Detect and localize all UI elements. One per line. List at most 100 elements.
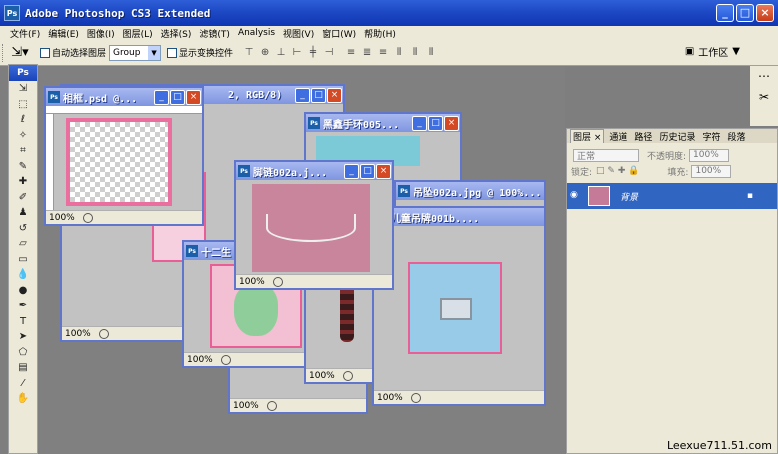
show-transform-checkbox[interactable] bbox=[167, 47, 178, 58]
tab-paths[interactable]: 路径 bbox=[632, 130, 654, 143]
show-transform-option[interactable]: 显示变换控件 bbox=[167, 46, 233, 59]
document-controls: _ □ × bbox=[344, 163, 391, 179]
frame-canvas[interactable] bbox=[66, 118, 172, 206]
zoom-level[interactable]: 100% bbox=[239, 277, 265, 287]
doc-close-button[interactable]: × bbox=[444, 115, 459, 131]
clone-stamp-tool-icon[interactable]: ♟ bbox=[9, 205, 37, 221]
menu-edit[interactable]: 编辑(E) bbox=[48, 27, 79, 40]
doc-maximize-button[interactable]: □ bbox=[311, 87, 326, 103]
distribute-top-icon[interactable]: ≡ bbox=[345, 46, 357, 60]
lasso-tool-icon[interactable]: ℓ bbox=[9, 112, 37, 128]
move-tool-preset-icon[interactable]: ⇲▾ bbox=[6, 44, 34, 62]
menu-layer[interactable]: 图层(L) bbox=[123, 27, 153, 40]
eyedropper-tool-icon[interactable]: ✎ bbox=[9, 159, 37, 175]
auto-select-label: 自动选择图层 bbox=[52, 49, 107, 59]
restore-button[interactable]: □ bbox=[736, 4, 754, 22]
zoom-level[interactable]: 100% bbox=[377, 393, 403, 403]
shape-tool-icon[interactable]: ⬠ bbox=[9, 345, 37, 361]
align-right-icon[interactable]: ⊣ bbox=[323, 46, 335, 60]
document-titlebar[interactable]: Ps 脚链002a.j... _ □ × bbox=[236, 162, 392, 180]
distribute-hcenter-icon[interactable]: ⦀ bbox=[409, 46, 421, 60]
eraser-tool-icon[interactable]: ▱ bbox=[9, 236, 37, 252]
zoom-level[interactable]: 100% bbox=[233, 401, 259, 411]
doc-minimize-button[interactable]: _ bbox=[344, 163, 359, 179]
zoom-level[interactable]: 100% bbox=[65, 329, 91, 339]
align-left-icon[interactable]: ⊢ bbox=[291, 46, 303, 60]
tools-panel-icon[interactable]: ✂ bbox=[754, 90, 774, 108]
notes-tool-icon[interactable]: ▤ bbox=[9, 360, 37, 376]
tab-layers[interactable]: 图层 × bbox=[570, 129, 605, 143]
fill-field[interactable]: 100% bbox=[691, 164, 732, 178]
gradient-tool-icon[interactable]: ▭ bbox=[9, 252, 37, 268]
type-tool-icon[interactable]: T bbox=[9, 314, 37, 330]
move-tool-icon[interactable]: ⇲ bbox=[9, 81, 37, 97]
align-top-icon[interactable]: ⊤ bbox=[243, 46, 255, 60]
blur-tool-icon[interactable]: 💧 bbox=[9, 267, 37, 283]
tab-channels[interactable]: 通道 bbox=[607, 130, 629, 143]
document-titlebar[interactable]: Ps 儿童吊牌001b.... bbox=[374, 208, 544, 226]
layer-thumbnail bbox=[588, 186, 610, 206]
doc-minimize-button[interactable]: _ bbox=[295, 87, 310, 103]
menu-image[interactable]: 图像(I) bbox=[87, 27, 115, 40]
distribute-left-icon[interactable]: ⦀ bbox=[393, 46, 405, 60]
doc-minimize-button[interactable]: _ bbox=[412, 115, 427, 131]
zoom-level[interactable]: 100% bbox=[309, 371, 335, 381]
brush-tool-icon[interactable]: ✐ bbox=[9, 190, 37, 206]
dock-grip-icon[interactable]: ⋯ bbox=[754, 69, 774, 87]
tab-paragraph[interactable]: 段落 bbox=[725, 130, 747, 143]
eye-icon[interactable]: ◉ bbox=[570, 190, 584, 202]
doc-close-button[interactable]: × bbox=[376, 163, 391, 179]
menu-view[interactable]: 视图(V) bbox=[283, 27, 314, 40]
tab-history[interactable]: 历史记录 bbox=[657, 130, 697, 143]
zoom-level[interactable]: 100% bbox=[49, 213, 75, 223]
minimize-button[interactable]: _ bbox=[716, 4, 734, 22]
workspace-button[interactable]: ▣ 工作区 ▼ bbox=[685, 44, 740, 59]
align-hcenter-icon[interactable]: ╪ bbox=[307, 46, 319, 60]
distribute-right-icon[interactable]: ⦀ bbox=[425, 46, 437, 60]
menu-filter[interactable]: 滤镜(T) bbox=[199, 27, 230, 40]
document-window-child-tag[interactable]: Ps 儿童吊牌001b.... 100% bbox=[372, 206, 546, 406]
history-brush-tool-icon[interactable]: ↺ bbox=[9, 221, 37, 237]
doc-maximize-button[interactable]: □ bbox=[360, 163, 375, 179]
document-titlebar[interactable]: Ps 吊坠002a.jpg @ 100%... bbox=[396, 182, 544, 200]
doc-close-button[interactable]: × bbox=[186, 89, 201, 105]
align-vcenter-icon[interactable]: ⊕ bbox=[259, 46, 271, 60]
doc-close-button[interactable]: × bbox=[327, 87, 342, 103]
menu-file[interactable]: 文件(F) bbox=[10, 27, 40, 40]
crop-tool-icon[interactable]: ⌗ bbox=[9, 143, 37, 159]
pen-tool-icon[interactable]: ✒ bbox=[9, 298, 37, 314]
magic-wand-tool-icon[interactable]: ✧ bbox=[9, 128, 37, 144]
doc-maximize-button[interactable]: □ bbox=[428, 115, 443, 131]
menu-window[interactable]: 窗口(W) bbox=[322, 27, 356, 40]
healing-brush-tool-icon[interactable]: ✚ bbox=[9, 174, 37, 190]
menu-analysis[interactable]: Analysis bbox=[238, 28, 275, 38]
distribute-bottom-icon[interactable]: ≡ bbox=[377, 46, 389, 60]
document-window-anklet[interactable]: Ps 脚链002a.j... _ □ × 100% bbox=[234, 160, 394, 290]
path-selection-tool-icon[interactable]: ➤ bbox=[9, 329, 37, 345]
hand-tool-icon[interactable]: ✋ bbox=[9, 391, 37, 407]
document-titlebar[interactable]: Ps 黑鑫手环005... _ □ × bbox=[306, 114, 460, 132]
document-titlebar[interactable]: Ps 相框.psd @... _ □ × bbox=[46, 88, 202, 106]
lock-icons[interactable]: □ ✎ ✚ 🔒 bbox=[596, 166, 639, 176]
tab-character[interactable]: 字符 bbox=[700, 130, 722, 143]
doc-maximize-button[interactable]: □ bbox=[170, 89, 185, 105]
blend-mode-select[interactable]: 正常 bbox=[573, 148, 639, 162]
document-window-frame[interactable]: Ps 相框.psd @... _ □ × 100% bbox=[44, 86, 204, 226]
auto-select-checkbox[interactable] bbox=[40, 47, 50, 58]
doc-minimize-button[interactable]: _ bbox=[154, 89, 169, 105]
document-title: 脚链002a.j... bbox=[253, 167, 328, 179]
marquee-tool-icon[interactable]: ⬚ bbox=[9, 97, 37, 113]
align-bottom-icon[interactable]: ⊥ bbox=[275, 46, 287, 60]
opacity-field[interactable]: 100% bbox=[689, 148, 730, 162]
menu-help[interactable]: 帮助(H) bbox=[364, 27, 396, 40]
auto-select-option[interactable]: 自动选择图层 Group ▼ bbox=[40, 44, 162, 61]
zoom-level[interactable]: 100% bbox=[187, 355, 213, 365]
toolbox-header[interactable]: Ps bbox=[9, 65, 37, 81]
distribute-vcenter-icon[interactable]: ≣ bbox=[361, 46, 373, 60]
auto-select-dropdown[interactable]: Group ▼ bbox=[109, 44, 162, 61]
close-button[interactable]: × bbox=[756, 4, 774, 22]
eyedropper2-tool-icon[interactable]: ⁄ bbox=[9, 376, 37, 392]
dodge-tool-icon[interactable]: ● bbox=[9, 283, 37, 299]
layer-row-background[interactable]: ◉ 背景 ▪ bbox=[567, 183, 777, 209]
menu-select[interactable]: 选择(S) bbox=[161, 27, 192, 40]
